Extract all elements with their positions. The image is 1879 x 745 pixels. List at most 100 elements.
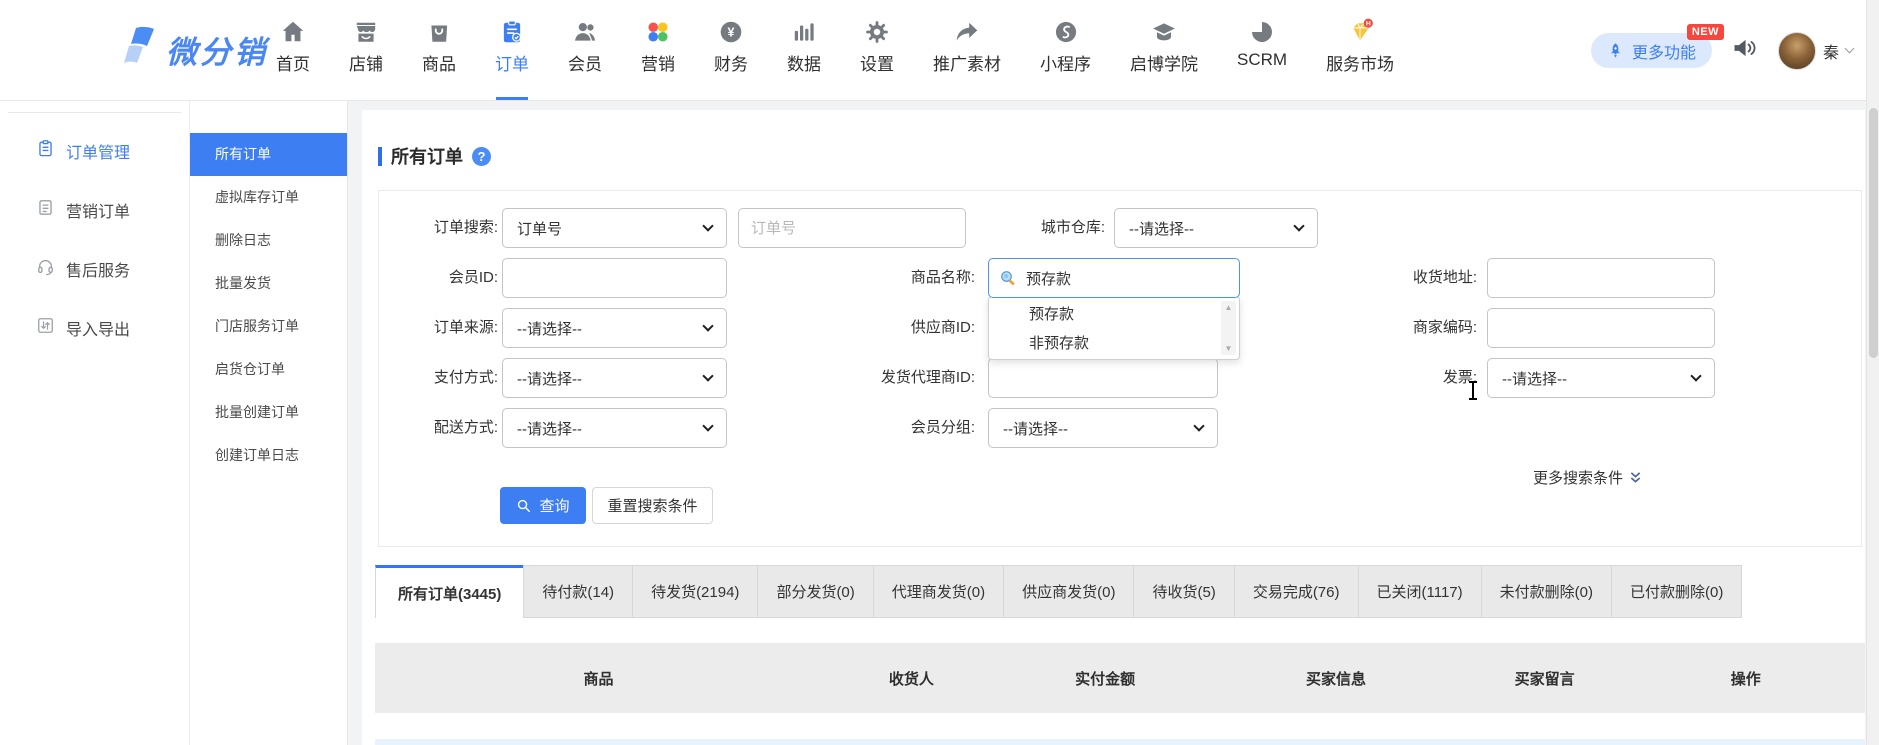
tab-pending-receipt[interactable]: 待收货(5) xyxy=(1133,565,1234,618)
search-button[interactable]: 查询 xyxy=(500,487,586,524)
nav-item-academy[interactable]: 启博学院 xyxy=(1130,13,1198,75)
tab-agent-shipment[interactable]: 代理商发货(0) xyxy=(873,565,1004,618)
invoice-select[interactable]: --请选择-- xyxy=(1487,358,1715,398)
user-menu[interactable]: 秦 xyxy=(1778,32,1853,70)
submenu-item-virtual-stock-orders[interactable]: 虚拟库存订单 xyxy=(190,176,347,219)
sidebar-list: 订单管理 营销订单 售后服务 导入导出 xyxy=(0,101,189,357)
tab-completed[interactable]: 交易完成(76) xyxy=(1234,565,1359,618)
receiver-address-input[interactable] xyxy=(1488,259,1714,297)
tab-partial-shipment[interactable]: 部分发货(0) xyxy=(757,565,873,618)
order-admin-screen: 微分销 首页 店铺 商品 订单 会员 xyxy=(0,0,1879,745)
merchant-code-input[interactable] xyxy=(1488,309,1714,347)
merchant-code-field xyxy=(1487,308,1715,348)
more-features-button[interactable]: 更多功能 NEW xyxy=(1591,33,1712,68)
tab-closed[interactable]: 已关闭(1117) xyxy=(1358,565,1482,618)
order-row-top-strip xyxy=(375,739,1865,745)
promo-material-icon xyxy=(954,13,980,45)
data-icon xyxy=(791,13,817,45)
page-title-row: 所有订单 ? xyxy=(378,143,491,169)
sidebar-item-import-export[interactable]: 导入导出 xyxy=(0,298,189,357)
col-buyer-info: 买家信息 xyxy=(1209,668,1462,689)
dropdown-option-prepaid[interactable]: 预存款 xyxy=(989,300,1239,329)
orders-table-header: 商品 收货人 实付金额 买家信息 买家留言 操作 xyxy=(375,643,1865,713)
product-name-label: 商品名称: xyxy=(815,258,975,298)
tab-all-orders[interactable]: 所有订单(3445) xyxy=(375,565,524,618)
submenu-item-store-service-orders[interactable]: 门店服务订单 xyxy=(190,305,347,348)
submenu-item-all-orders[interactable]: 所有订单 xyxy=(190,133,347,176)
top-navbar: 微分销 首页 店铺 商品 订单 会员 xyxy=(0,0,1879,101)
col-buyer-message: 买家留言 xyxy=(1463,668,1627,689)
academy-icon xyxy=(1151,13,1177,45)
ship-agent-id-input[interactable] xyxy=(989,359,1217,397)
scroll-down-icon[interactable]: ▼ xyxy=(1225,344,1233,353)
tab-unpaid-deleted[interactable]: 未付款删除(0) xyxy=(1481,565,1612,618)
submenu-item-delete-log[interactable]: 删除日志 xyxy=(190,219,347,262)
submenu-item-batch-ship[interactable]: 批量发货 xyxy=(190,262,347,305)
page-scrollbar[interactable] xyxy=(1866,0,1879,745)
order-source-select[interactable]: --请选择-- xyxy=(502,308,727,348)
member-id-input[interactable] xyxy=(503,259,726,297)
sidebar: 订单管理 营销订单 售后服务 导入导出 xyxy=(0,101,190,745)
nav-item-promo-material[interactable]: 推广素材 xyxy=(933,13,1001,75)
headset-icon xyxy=(36,257,55,281)
order-search-label: 订单搜索: xyxy=(378,208,498,248)
reset-search-button[interactable]: 重置搜索条件 xyxy=(592,487,713,524)
home-icon xyxy=(280,13,306,45)
submenu-list: 所有订单 虚拟库存订单 删除日志 批量发货 门店服务订单 启货仓订单 批量创建订… xyxy=(190,133,347,477)
nav-item-finance[interactable]: ¥ 财务 xyxy=(714,13,748,75)
order-no-input[interactable] xyxy=(739,209,965,247)
tab-pending-payment[interactable]: 待付款(14) xyxy=(523,565,633,618)
sidebar-item-marketing-order[interactable]: 营销订单 xyxy=(0,180,189,239)
speaker-icon[interactable] xyxy=(1731,34,1759,67)
sidebar-item-after-sales[interactable]: 售后服务 xyxy=(0,239,189,298)
nav-item-data[interactable]: 数据 xyxy=(787,13,821,75)
submenu-item-qihuo-warehouse-orders[interactable]: 启货仓订单 xyxy=(190,348,347,391)
primary-nav: 首页 店铺 商品 订单 会员 营销 ¥ xyxy=(276,13,1394,75)
nav-item-member[interactable]: 会员 xyxy=(568,13,602,75)
submenu-item-create-order-log[interactable]: 创建订单日志 xyxy=(190,434,347,477)
double-chevron-down-icon xyxy=(1629,471,1642,484)
member-id-label: 会员ID: xyxy=(378,258,498,298)
tab-pending-shipment[interactable]: 待发货(2194) xyxy=(632,565,758,618)
dropdown-option-non-prepaid[interactable]: 非预存款 xyxy=(989,329,1239,358)
submenu-item-batch-create-orders[interactable]: 批量创建订单 xyxy=(190,391,347,434)
clipboard-icon xyxy=(36,139,55,163)
tab-supplier-shipment[interactable]: 供应商发货(0) xyxy=(1003,565,1134,618)
nav-item-order[interactable]: 订单 xyxy=(495,13,529,75)
delivery-method-select[interactable]: --请选择-- xyxy=(502,408,727,448)
chevron-down-icon xyxy=(702,420,713,431)
nav-right-controls: 更多功能 NEW 秦 xyxy=(1591,0,1853,101)
nav-item-scrm[interactable]: SCRM xyxy=(1237,13,1287,75)
city-warehouse-select[interactable]: --请选择-- xyxy=(1114,208,1318,248)
order-search-type-select[interactable]: 订单号 xyxy=(502,208,727,248)
dropdown-scrollbar[interactable]: ▲ ▼ xyxy=(1221,301,1236,355)
nav-item-settings[interactable]: 设置 xyxy=(860,13,894,75)
scroll-up-icon[interactable]: ▲ xyxy=(1225,303,1233,312)
tab-paid-deleted[interactable]: 已付款删除(0) xyxy=(1611,565,1742,618)
member-group-select[interactable]: --请选择-- xyxy=(988,408,1218,448)
pay-method-select[interactable]: --请选择-- xyxy=(502,358,727,398)
nav-item-marketing[interactable]: 营销 xyxy=(641,13,675,75)
product-name-input[interactable]: 预存款 xyxy=(988,258,1240,298)
nav-item-mini-program[interactable]: 小程序 xyxy=(1040,13,1091,75)
chevron-down-icon xyxy=(1690,370,1701,381)
chevron-down-icon xyxy=(1293,220,1304,231)
help-icon[interactable]: ? xyxy=(472,147,491,166)
title-accent-bar xyxy=(378,147,382,166)
nav-item-home[interactable]: 首页 xyxy=(276,13,310,75)
marketing-order-icon xyxy=(36,198,55,222)
sidebar-item-order-management[interactable]: 订单管理 xyxy=(0,121,189,180)
app-logo[interactable]: 微分销 xyxy=(116,24,268,74)
svg-text:¥: ¥ xyxy=(728,26,735,40)
nav-item-product[interactable]: 商品 xyxy=(422,13,456,75)
scrollbar-thumb[interactable] xyxy=(1869,108,1878,358)
text-cursor xyxy=(1472,382,1474,399)
member-group-label: 会员分组: xyxy=(815,408,975,448)
shop-icon xyxy=(353,13,379,45)
search-icon xyxy=(999,269,1018,288)
product-name-dropdown: 预存款 非预存款 ▲ ▼ xyxy=(988,296,1240,360)
nav-item-service-market[interactable]: H 服务市场 xyxy=(1326,13,1394,75)
more-search-conditions-link[interactable]: 更多搜索条件 xyxy=(1533,467,1642,488)
nav-item-shop[interactable]: 店铺 xyxy=(349,13,383,75)
supplier-id-label: 供应商ID: xyxy=(815,308,975,348)
